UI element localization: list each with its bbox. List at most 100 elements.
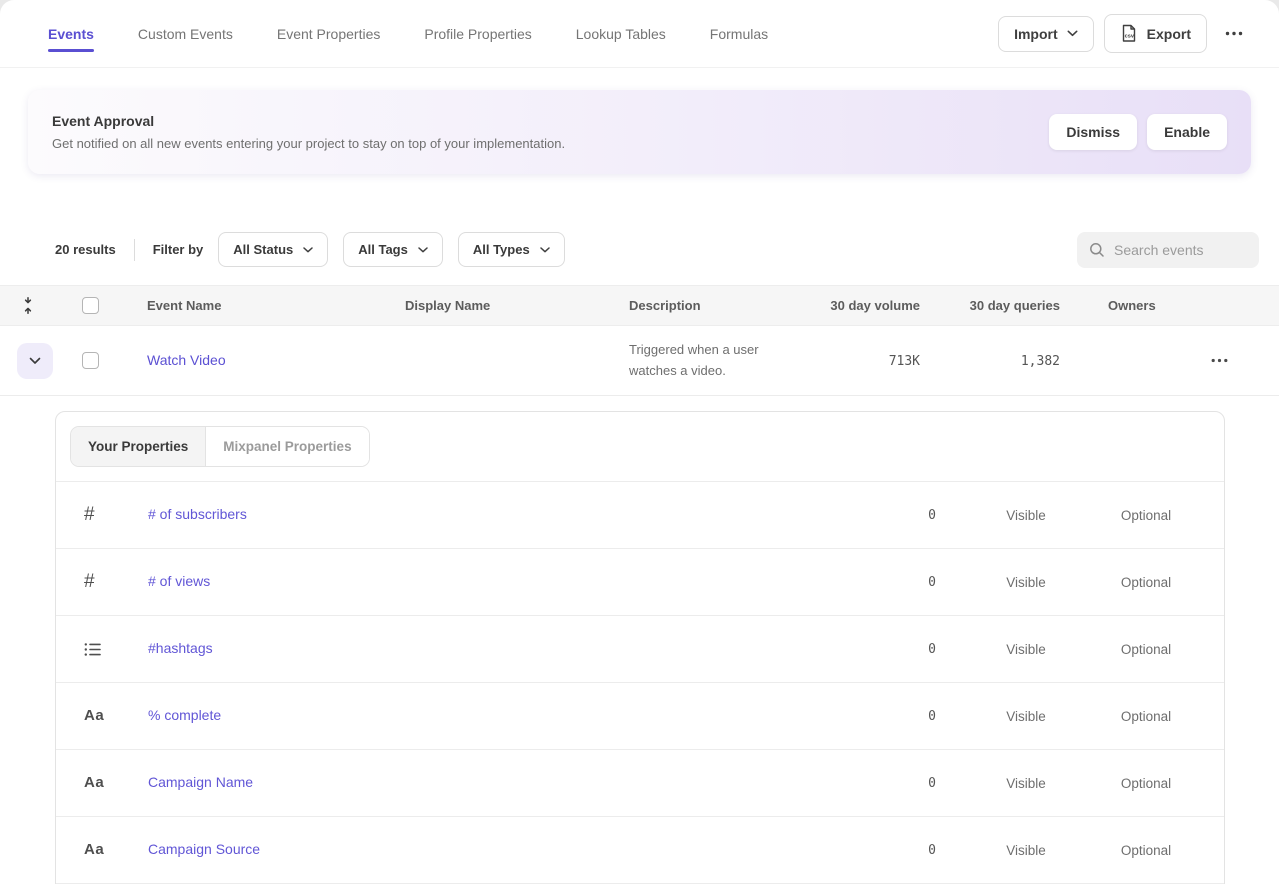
chevron-down-icon <box>29 357 41 365</box>
property-name-link[interactable]: Campaign Source <box>148 841 260 857</box>
select-row-checkbox[interactable] <box>82 352 99 369</box>
tab-lookup-tables[interactable]: Lookup Tables <box>576 0 666 68</box>
property-query-count: 0 <box>928 776 936 791</box>
import-button[interactable]: Import <box>998 16 1094 52</box>
property-visibility[interactable]: Visible <box>966 709 1086 724</box>
property-query-count: 0 <box>928 575 936 590</box>
property-name-link[interactable]: Campaign Name <box>148 774 253 790</box>
dismiss-button[interactable]: Dismiss <box>1049 114 1137 150</box>
csv-file-icon: csv <box>1120 24 1138 43</box>
search-input[interactable] <box>1114 242 1247 258</box>
lexicon-events-page: Events Custom Events Event Properties Pr… <box>0 0 1279 884</box>
property-row: # # of subscribers 0 Visible Optional <box>56 482 1224 549</box>
property-name-link[interactable]: # of views <box>148 573 210 589</box>
types-filter-label: All Types <box>473 242 530 257</box>
divider <box>134 239 135 261</box>
property-visibility[interactable]: Visible <box>966 776 1086 791</box>
enable-button[interactable]: Enable <box>1147 114 1227 150</box>
property-query-count: 0 <box>928 642 936 657</box>
property-query-count: 0 <box>928 508 936 523</box>
property-visibility[interactable]: Visible <box>966 508 1086 523</box>
event-approval-banner: Event Approval Get notified on all new e… <box>28 90 1251 174</box>
column-header-owners: Owners <box>1060 298 1170 313</box>
results-count: 20 results <box>55 242 116 257</box>
export-button-label: Export <box>1147 26 1191 42</box>
tab-custom-events[interactable]: Custom Events <box>138 0 233 68</box>
properties-tab-bar: Your Properties Mixpanel Properties <box>56 412 1224 482</box>
select-all-checkbox[interactable] <box>82 297 99 314</box>
property-query-count: 0 <box>928 709 936 724</box>
text-type-icon: Aa <box>84 774 104 791</box>
column-header-display-name: Display Name <box>405 298 629 313</box>
property-requirement[interactable]: Optional <box>1086 776 1206 791</box>
column-header-volume: 30 day volume <box>820 298 920 313</box>
filter-bar: 20 results Filter by All Status All Tags… <box>55 231 1259 268</box>
status-filter-label: All Status <box>233 242 293 257</box>
row-more-options-button[interactable] <box>1203 352 1236 369</box>
collapse-row-button[interactable] <box>17 343 53 379</box>
chevron-down-icon <box>418 247 428 253</box>
event-name-link[interactable]: Watch Video <box>147 352 226 368</box>
property-name-link[interactable]: #hashtags <box>148 640 213 656</box>
event-description: Triggered when a user watches a video. <box>629 340 789 382</box>
property-visibility[interactable]: Visible <box>966 575 1086 590</box>
property-name-link[interactable]: % complete <box>148 707 221 723</box>
ellipsis-icon <box>1211 358 1228 363</box>
more-options-button[interactable] <box>1217 25 1251 42</box>
event-30day-volume: 713K <box>889 354 920 369</box>
ellipsis-icon <box>1225 31 1243 36</box>
import-button-label: Import <box>1014 26 1058 42</box>
property-row: Aa % complete 0 Visible Optional <box>56 683 1224 750</box>
number-type-icon: # <box>84 571 95 592</box>
export-button[interactable]: csv Export <box>1104 14 1207 53</box>
property-visibility[interactable]: Visible <box>966 843 1086 858</box>
banner-description: Get notified on all new events entering … <box>52 136 565 151</box>
text-type-icon: Aa <box>84 841 104 858</box>
property-requirement[interactable]: Optional <box>1086 843 1206 858</box>
types-filter-dropdown[interactable]: All Types <box>458 232 565 267</box>
properties-tab-group: Your Properties Mixpanel Properties <box>70 426 370 467</box>
table-row-watch-video: Watch Video Triggered when a user watche… <box>0 326 1279 396</box>
property-requirement[interactable]: Optional <box>1086 709 1206 724</box>
tab-your-properties[interactable]: Your Properties <box>71 427 206 466</box>
property-query-count: 0 <box>928 843 936 858</box>
tags-filter-dropdown[interactable]: All Tags <box>343 232 443 267</box>
chevron-down-icon <box>303 247 313 253</box>
search-events-box <box>1077 232 1259 268</box>
column-header-description: Description <box>629 298 820 313</box>
banner-title: Event Approval <box>52 113 565 129</box>
text-type-icon: Aa <box>84 707 104 724</box>
property-row: Aa Campaign Source 0 Visible Optional <box>56 817 1224 884</box>
property-name-link[interactable]: # of subscribers <box>148 506 247 522</box>
tags-filter-label: All Tags <box>358 242 408 257</box>
banner-text: Event Approval Get notified on all new e… <box>52 113 565 151</box>
collapse-all-button[interactable] <box>17 293 39 318</box>
property-row: # # of views 0 Visible Optional <box>56 549 1224 616</box>
chevron-down-icon <box>540 247 550 253</box>
property-row: Aa Campaign Name 0 Visible Optional <box>56 750 1224 817</box>
tab-profile-properties[interactable]: Profile Properties <box>424 0 531 68</box>
number-type-icon: # <box>84 504 95 525</box>
property-row: #hashtags 0 Visible Optional <box>56 616 1224 683</box>
tab-formulas[interactable]: Formulas <box>710 0 768 68</box>
status-filter-dropdown[interactable]: All Status <box>218 232 328 267</box>
property-visibility[interactable]: Visible <box>966 642 1086 657</box>
column-header-event-name: Event Name <box>112 298 405 313</box>
tab-event-properties[interactable]: Event Properties <box>277 0 381 68</box>
banner-actions: Dismiss Enable <box>1049 114 1227 150</box>
property-requirement[interactable]: Optional <box>1086 508 1206 523</box>
event-properties-panel: Your Properties Mixpanel Properties # # … <box>55 411 1225 884</box>
top-nav: Events Custom Events Event Properties Pr… <box>0 0 1279 68</box>
tab-mixpanel-properties[interactable]: Mixpanel Properties <box>206 427 368 466</box>
tab-events[interactable]: Events <box>48 0 94 68</box>
collapse-vertical-icon <box>21 297 35 314</box>
nav-actions: Import csv Export <box>998 14 1251 53</box>
nav-tabs: Events Custom Events Event Properties Pr… <box>48 0 768 68</box>
search-icon <box>1089 242 1105 258</box>
list-type-icon <box>84 642 148 657</box>
event-30day-queries: 1,382 <box>1021 354 1060 369</box>
chevron-down-icon <box>1067 30 1078 37</box>
events-table-header: Event Name Display Name Description 30 d… <box>0 285 1279 326</box>
property-requirement[interactable]: Optional <box>1086 642 1206 657</box>
property-requirement[interactable]: Optional <box>1086 575 1206 590</box>
